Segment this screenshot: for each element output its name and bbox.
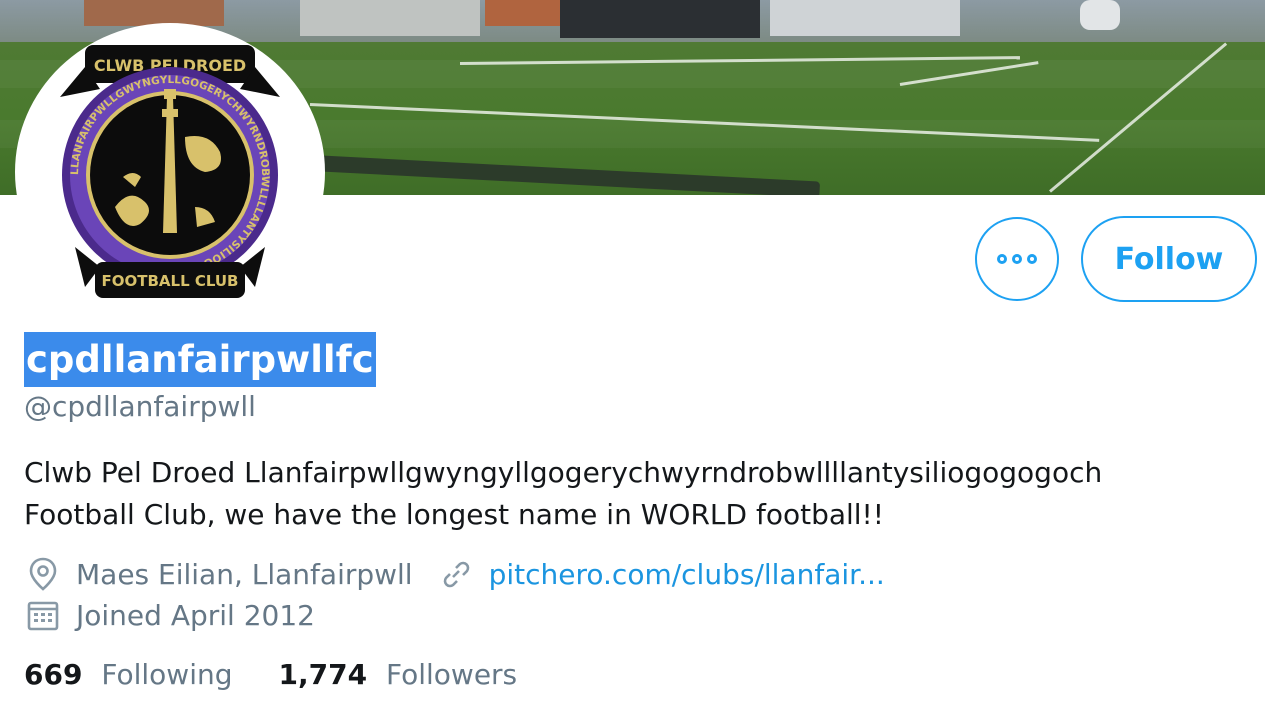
- profile-display-name: cpdllanfairpwllfc: [24, 332, 376, 387]
- followers-stat[interactable]: 1,774 Followers: [279, 658, 518, 691]
- more-dot-icon: [997, 254, 1007, 264]
- banner-fence: [485, 0, 560, 26]
- banner-railing: [299, 154, 821, 195]
- profile-bio: Clwb Pel Droed Llanfairpwllgwyngyllgoger…: [24, 452, 1249, 536]
- profile-handle: @cpdllanfairpwll: [24, 390, 256, 423]
- profile-avatar[interactable]: CLWB PELDROED LLANFAIRPWLLGWYNGYLLGOGERY…: [15, 23, 325, 321]
- more-dot-icon: [1012, 254, 1022, 264]
- following-stat[interactable]: 669 Following: [24, 658, 233, 691]
- following-count: 669: [24, 658, 83, 691]
- following-label: Following: [101, 658, 233, 691]
- follow-button[interactable]: Follow: [1081, 216, 1257, 302]
- profile-location: Maes Eilian, Llanfairpwll: [76, 557, 413, 591]
- more-dot-icon: [1027, 254, 1037, 264]
- banner-tank: [1080, 0, 1120, 30]
- followers-count: 1,774: [278, 658, 368, 691]
- banner-wall: [84, 0, 224, 26]
- more-options-button[interactable]: [975, 217, 1059, 301]
- link-icon: [437, 555, 475, 593]
- profile-website-link[interactable]: pitchero.com/clubs/llanfair...: [489, 558, 885, 591]
- bio-line: Clwb Pel Droed Llanfairpwllgwyngyllgoger…: [24, 456, 1103, 489]
- profile-joined-row: Joined April 2012: [24, 596, 315, 634]
- calendar-icon: [24, 596, 62, 634]
- banner-building: [300, 0, 480, 36]
- profile-stats: 669 Following 1,774 Followers: [24, 658, 517, 691]
- banner-stand: [560, 0, 760, 38]
- banner-clubhouse: [770, 0, 960, 36]
- location-pin-icon: [24, 555, 62, 593]
- profile-joined-date: Joined April 2012: [76, 598, 315, 632]
- profile-meta-row: Maes Eilian, Llanfairpwll pitchero.com/c…: [24, 555, 885, 593]
- badge-bottom-text: FOOTBALL CLUB: [101, 272, 238, 290]
- bio-line: Football Club, we have the longest name …: [24, 498, 885, 531]
- followers-label: Followers: [385, 658, 518, 691]
- club-badge-logo: CLWB PELDROED LLANFAIRPWLLGWYNGYLLGOGERY…: [60, 45, 280, 298]
